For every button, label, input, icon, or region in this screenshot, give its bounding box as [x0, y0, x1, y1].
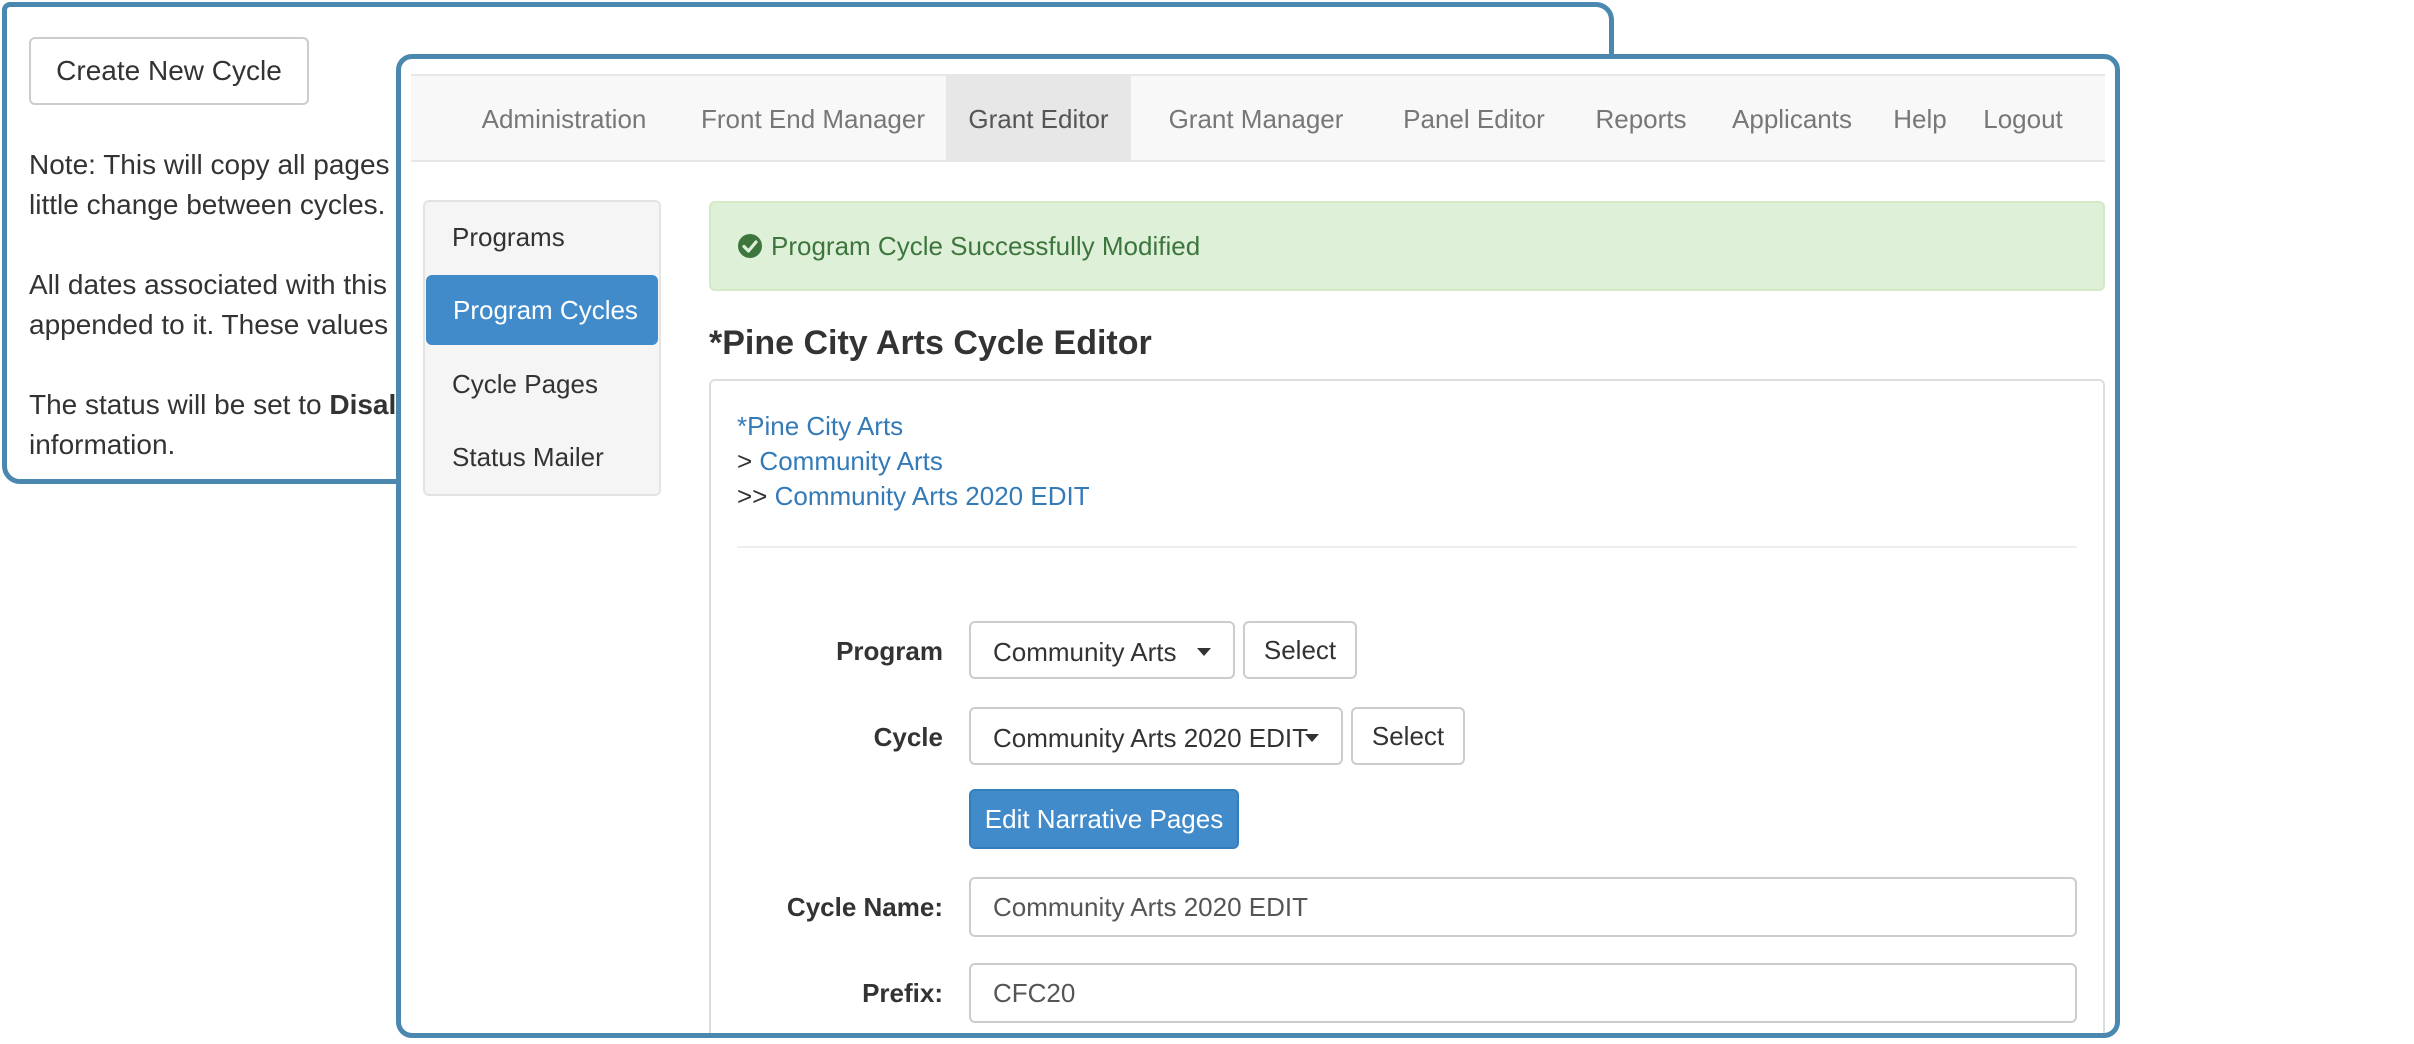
sidebar-item-programs[interactable]: Programs: [425, 202, 659, 272]
divider: [737, 546, 2077, 548]
top-navbar: Administration Front End Manager Grant E…: [411, 74, 2105, 162]
note-paragraph: Note: This will copy all pages little ch…: [29, 145, 390, 225]
cycle-label: Cycle: [873, 722, 943, 752]
nav-item-logout[interactable]: Logout: [1971, 76, 2075, 162]
note-line-1: Note: This will copy all pages: [29, 149, 390, 180]
breadcrumb-link-organization[interactable]: *Pine City Arts: [737, 411, 903, 441]
nav-item-help[interactable]: Help: [1885, 76, 1955, 162]
breadcrumb-prefix: >>: [737, 481, 775, 511]
page-title: *Pine City Arts Cycle Editor: [709, 324, 1152, 362]
cycle-dropdown[interactable]: Community Arts 2020 EDIT: [969, 707, 1343, 765]
cycle-name-input[interactable]: [969, 877, 2077, 937]
caret-down-icon: [1197, 648, 1211, 656]
nav-item-applicants[interactable]: Applicants: [1715, 76, 1869, 162]
prefix-label: Prefix:: [862, 978, 943, 1008]
breadcrumb-program: > Community Arts: [737, 446, 943, 477]
note-line-2: little change between cycles.: [29, 189, 386, 220]
program-dropdown-value: Community Arts: [993, 637, 1177, 667]
front-window: Administration Front End Manager Grant E…: [396, 54, 2120, 1038]
nav-item-reports[interactable]: Reports: [1585, 76, 1697, 162]
check-circle-icon: [738, 234, 762, 258]
dates-line-1: All dates associated with this: [29, 269, 387, 300]
breadcrumb-prefix: >: [737, 446, 760, 476]
program-dropdown[interactable]: Community Arts: [969, 621, 1235, 679]
nav-item-administration[interactable]: Administration: [461, 76, 667, 162]
status-paragraph: The status will be set to Disal informat…: [29, 385, 396, 465]
cycle-name-label: Cycle Name:: [786, 892, 943, 922]
caret-down-icon: [1305, 734, 1319, 742]
sidebar-item-status-mailer[interactable]: Status Mailer: [425, 422, 659, 492]
nav-item-grant-editor[interactable]: Grant Editor: [946, 76, 1131, 162]
breadcrumb-cycle: >> Community Arts 2020 EDIT: [737, 481, 1090, 512]
dates-paragraph: All dates associated with this appended …: [29, 265, 388, 345]
success-alert: Program Cycle Successfully Modified: [709, 201, 2105, 291]
status-line-prefix: The status will be set to: [29, 389, 330, 420]
nav-item-grant-manager[interactable]: Grant Manager: [1147, 76, 1365, 162]
sidebar-item-program-cycles[interactable]: Program Cycles: [426, 275, 658, 345]
breadcrumb-link-cycle[interactable]: Community Arts 2020 EDIT: [775, 481, 1090, 511]
create-new-cycle-button[interactable]: Create New Cycle: [29, 37, 309, 105]
cycle-dropdown-value: Community Arts 2020 EDIT: [993, 723, 1308, 753]
prefix-input[interactable]: [969, 963, 2077, 1023]
sidebar-item-cycle-pages[interactable]: Cycle Pages: [425, 349, 659, 419]
editor-panel: *Pine City Arts > Community Arts >> Comm…: [709, 379, 2105, 1033]
nav-item-front-end-manager[interactable]: Front End Manager: [683, 76, 943, 162]
status-line-bold: Disal: [329, 389, 397, 420]
program-label: Program: [836, 636, 943, 666]
dates-line-2: appended to it. These values: [29, 309, 389, 340]
breadcrumb-organization: *Pine City Arts: [737, 411, 903, 442]
status-line-2: information.: [29, 429, 176, 460]
nav-item-panel-editor[interactable]: Panel Editor: [1381, 76, 1567, 162]
program-select-button[interactable]: Select: [1243, 621, 1357, 679]
sidebar: Programs Program Cycles Cycle Pages Stat…: [423, 200, 661, 496]
breadcrumb-link-program[interactable]: Community Arts: [759, 446, 943, 476]
alert-message: Program Cycle Successfully Modified: [771, 231, 1201, 261]
cycle-select-button[interactable]: Select: [1351, 707, 1465, 765]
edit-narrative-pages-button[interactable]: Edit Narrative Pages: [969, 789, 1239, 849]
